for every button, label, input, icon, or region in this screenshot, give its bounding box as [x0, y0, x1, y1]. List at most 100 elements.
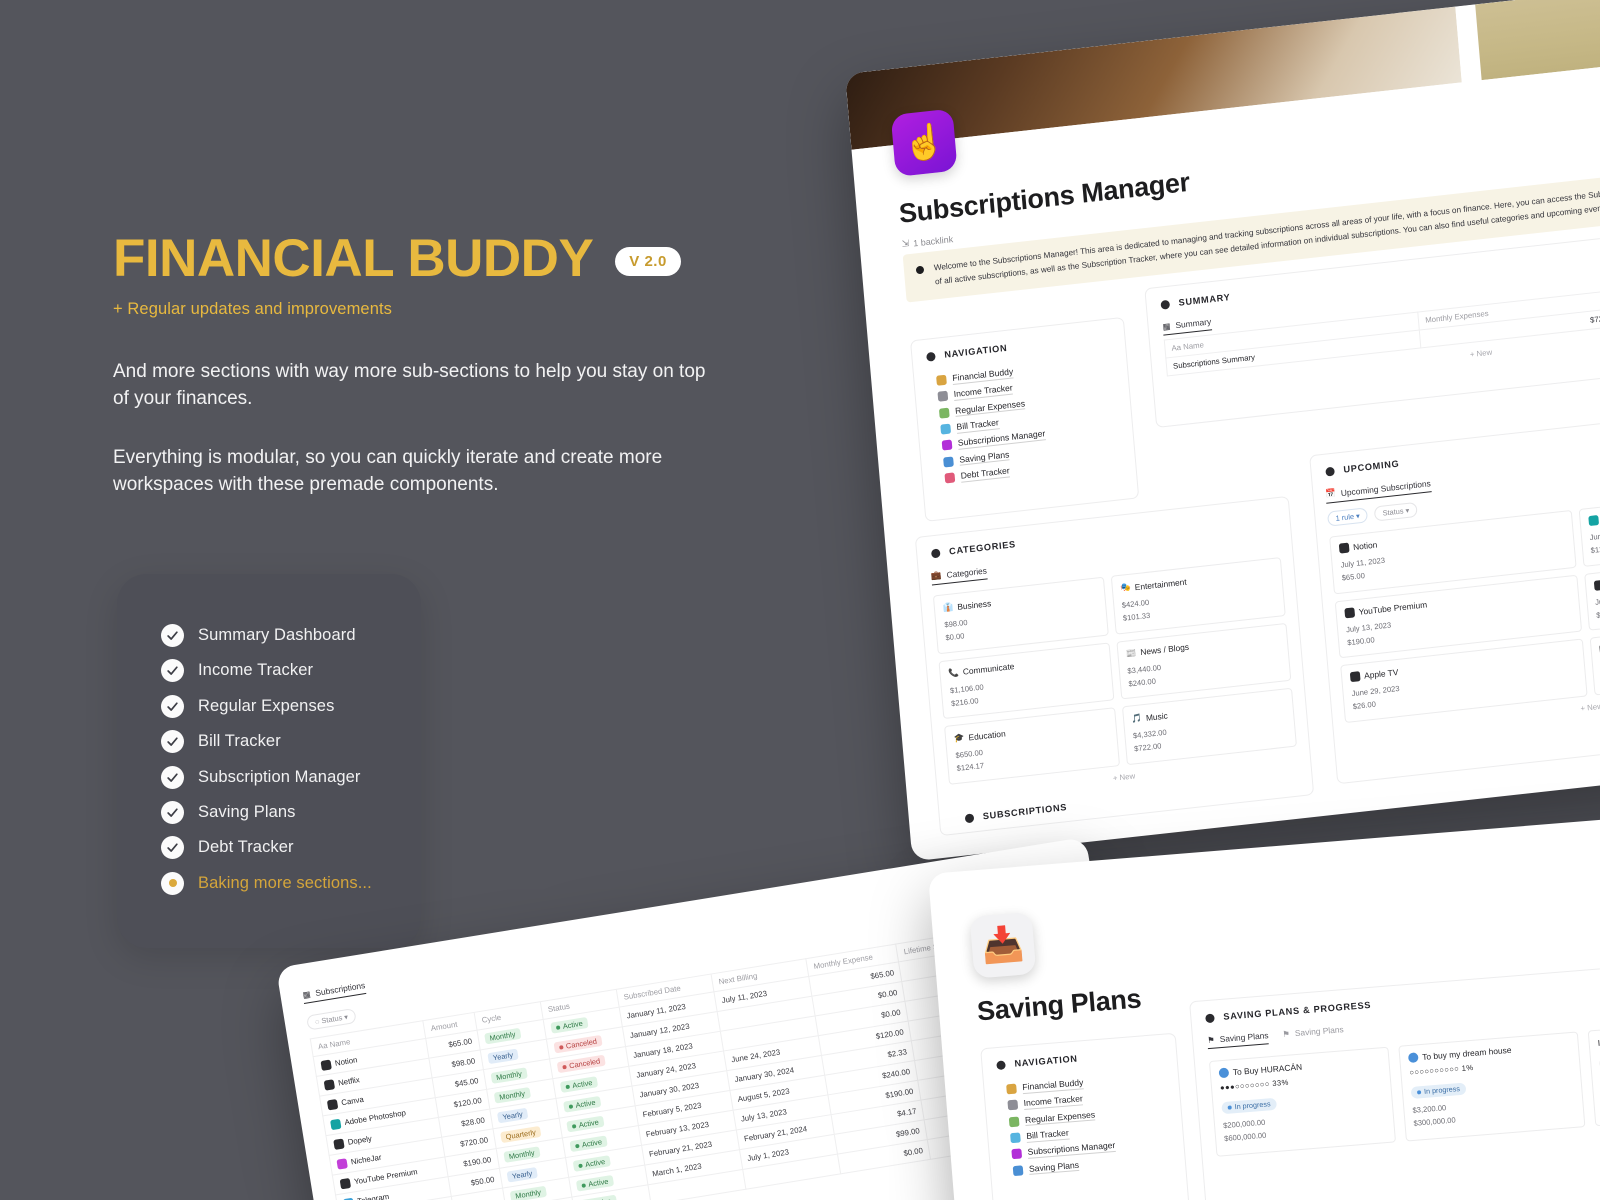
- hero-subtitle: + Regular updates and improvements: [113, 300, 393, 318]
- cycle-tag: Yearly: [506, 1166, 538, 1183]
- flag-icon: ⚑: [1206, 1034, 1216, 1046]
- table-icon: ▦: [301, 988, 312, 1001]
- sidebar-item-label: Bill Tracker: [1025, 1127, 1070, 1143]
- subscription-name: Notion: [1352, 539, 1378, 553]
- app-icon: [937, 390, 949, 402]
- status-filter-button[interactable]: ◌ Status ▾: [306, 1007, 357, 1031]
- checklist-item-label: Baking more sections...: [198, 873, 372, 892]
- cycle-tag: Yearly: [487, 1048, 519, 1065]
- block-dot-icon: [1160, 299, 1171, 310]
- status-tag: Active: [566, 1115, 605, 1133]
- cycle-tag: Monthly: [503, 1146, 541, 1163]
- app-icon: [1587, 515, 1599, 527]
- status-tag: Active: [572, 1155, 611, 1172]
- app-icon: [936, 374, 947, 386]
- navigation-list: Financial Buddy Income Tracker Regular Exp…: [983, 1056, 1186, 1189]
- checklist-item-label: Debt Tracker: [198, 838, 294, 857]
- app-icon: [1010, 1132, 1021, 1144]
- sidebar-item-label: Regular Expenses: [1024, 1109, 1096, 1127]
- checklist-item: Income Tracker: [161, 659, 372, 683]
- progress-percent: 33%: [1271, 1077, 1290, 1089]
- checklist-item-label: Income Tracker: [198, 661, 314, 680]
- filter-label: Status: [1382, 506, 1404, 518]
- sidebar-item-label: Debt Tracker: [960, 465, 1011, 483]
- cycle-tag: Quarterly: [499, 1125, 542, 1144]
- sidebar-item-label: Saving Plans: [1028, 1159, 1080, 1176]
- app-icon: [1011, 1148, 1023, 1160]
- hero-paragraph-1: And more sections with way more sub-sect…: [113, 361, 706, 409]
- education-icon: 🎓: [953, 732, 965, 744]
- checklist-item-label: Saving Plans: [198, 802, 296, 821]
- status-icon: ◌: [314, 1016, 321, 1027]
- checklist-item: Summary Dashboard: [161, 624, 372, 647]
- tab-subscriptions[interactable]: ▦ Subscriptions: [301, 980, 367, 1004]
- status-tag: Active: [569, 1135, 608, 1153]
- sidebar-item-label: Saving Plans: [958, 448, 1010, 467]
- briefcase-icon: 💼: [930, 569, 942, 581]
- navigation-block: NAVIGATION Financial Buddy Income Tracker…: [909, 316, 1140, 522]
- category-name: Communicate: [962, 661, 1015, 677]
- tab-summary[interactable]: ▦ Summary: [1162, 316, 1212, 336]
- status-tag: Active: [559, 1076, 599, 1093]
- app-icon: [941, 439, 953, 451]
- category-name: Business: [956, 597, 992, 612]
- navigation-list: Financial Buddy Income Tracker Regular Exp…: [913, 340, 1136, 497]
- app-icon: [320, 1058, 332, 1071]
- checklist-item: Regular Expenses: [161, 694, 372, 718]
- status-badge: In progress: [1410, 1082, 1467, 1099]
- status-tag: Active: [562, 1095, 602, 1113]
- category-card[interactable]: 👔 Business $98.00 $0.00: [932, 576, 1109, 654]
- news-icon: 📰: [1125, 647, 1137, 659]
- chevron-down-icon: ▾: [343, 1012, 349, 1022]
- saving-plan-card[interactable]: I'm saving for...Not started$2,000,000.0…: [1587, 1016, 1600, 1127]
- checklist-item: Baking more sections...: [161, 871, 372, 895]
- category-card[interactable]: 🎭 Entertainment $424.00 $101.33: [1110, 557, 1286, 635]
- progress-percent: 1%: [1461, 1062, 1474, 1073]
- app-icon: [1008, 1116, 1020, 1127]
- inbox-tray-icon: 📥: [969, 911, 1037, 979]
- check-icon: [161, 800, 184, 824]
- sidebar-item-label: Income Tracker: [1023, 1093, 1084, 1111]
- app-icon: [1338, 542, 1350, 554]
- checklist-item-label: Bill Tracker: [198, 732, 281, 751]
- cell-name: Dopely: [346, 1133, 373, 1147]
- backlink-icon: ⇲: [901, 237, 910, 249]
- block-dot-icon: [964, 812, 975, 823]
- app-icon: [1344, 606, 1356, 618]
- checklist-item: Subscription Manager: [161, 765, 372, 789]
- checklist-item-label: Regular Expenses: [198, 696, 335, 715]
- subscription-name: Apple TV: [1363, 667, 1399, 681]
- status-badge: In progress: [1221, 1097, 1277, 1114]
- calendar-icon: 📅: [1325, 487, 1337, 499]
- chevron-down-icon: ▾: [1405, 505, 1410, 516]
- page-title: Saving Plans: [975, 983, 1143, 1027]
- checklist-item-label: Summary Dashboard: [198, 626, 356, 644]
- cycle-tag: Yearly: [496, 1107, 529, 1124]
- pending-dot-icon: [161, 871, 184, 895]
- app-icon: [944, 472, 956, 484]
- cycle-tag: Monthly: [493, 1087, 531, 1104]
- checklist-item-label: Subscription Manager: [198, 767, 361, 786]
- app-icon: [940, 423, 952, 435]
- status-tag: Active: [575, 1174, 615, 1192]
- checklist-item: Bill Tracker: [161, 730, 372, 754]
- chevron-down-icon: ▾: [1355, 511, 1361, 521]
- category-name: Music: [1145, 710, 1169, 723]
- status-dot-icon: [1407, 1052, 1419, 1064]
- saving-plan-name: To buy my dream house: [1421, 1044, 1512, 1062]
- saving-plan-name: To Buy HURACÁN: [1232, 1061, 1303, 1078]
- check-icon: [161, 836, 184, 860]
- app-icon: [336, 1157, 348, 1170]
- category-card[interactable]: 📰 News / Blogs $3,440.00 $240.00: [1115, 622, 1292, 700]
- filter-label: 1 rule: [1335, 511, 1355, 523]
- cover-image: [845, 0, 1600, 150]
- saving-plan-card[interactable]: To Buy HURACÁN ●●●○○○○○○○ 33% In progress $…: [1208, 1046, 1397, 1157]
- category-card[interactable]: 📞 Communicate $1,106.00 $216.00: [938, 642, 1114, 720]
- phone-icon: 📞: [948, 666, 960, 678]
- backlink[interactable]: ⇲ 1 backlink: [901, 233, 953, 250]
- cell-name: Notion: [334, 1054, 358, 1068]
- cycle-tag: Monthly: [490, 1067, 528, 1084]
- cell-name: Netflix: [337, 1074, 361, 1088]
- saving-plan-card[interactable]: To buy my dream house ○○○○○○○○○○ 1% In pro…: [1398, 1031, 1586, 1142]
- cell-name: NicheJar: [350, 1152, 383, 1167]
